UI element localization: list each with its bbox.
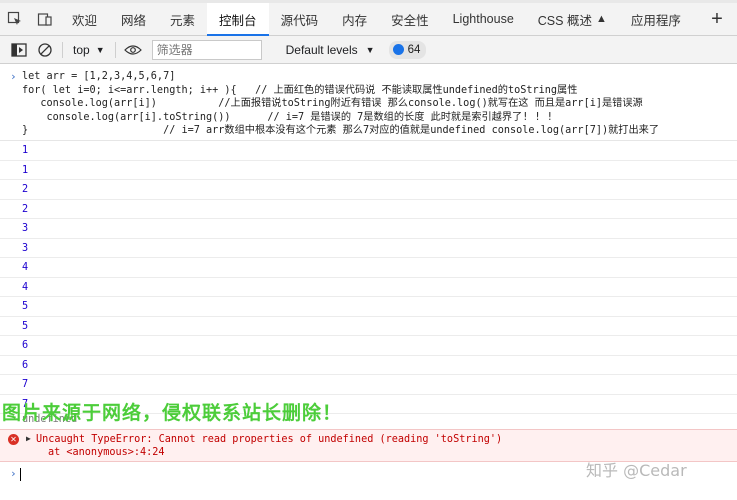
code-block: let arr = [1,2,3,4,5,6,7] for( let i=0; i… [22, 70, 659, 138]
code-line: } // i=7 arr数组中根本没有这个元素 那么7对应的值就是undefin… [22, 125, 660, 136]
device-emulation-icon[interactable] [30, 3, 60, 35]
tab-lighthouse[interactable]: Lighthouse [441, 3, 526, 35]
tab-label: 控制台 [219, 13, 257, 28]
log-row: 3 [0, 239, 737, 258]
log-value: 3 [22, 223, 29, 234]
console-output[interactable]: › let arr = [1,2,3,4,5,6,7] for( let i=0;… [0, 65, 737, 500]
code-line: for( let i=0; i<=arr.length; i++ ){ // 上… [22, 84, 578, 96]
log-value: 1 [22, 164, 29, 176]
log-row: 4 [0, 258, 737, 278]
log-row: 1 [0, 141, 737, 161]
log-value: 2 [22, 184, 29, 195]
tab-sources[interactable]: 源代码 [269, 3, 331, 35]
log-row: 5 [0, 317, 737, 336]
levels-label: Default levels [285, 42, 358, 57]
console-toolbar: top ▼ Default levels ▼ 64 [0, 36, 737, 64]
log-row: 4 [0, 278, 737, 297]
log-row: 7 [0, 375, 737, 395]
error-icon: ✕ [8, 434, 19, 445]
log-row: 2 [0, 180, 737, 200]
tab-label: 应用程序 [630, 13, 681, 28]
log-value: 2 [22, 203, 29, 215]
tab-console[interactable]: 控制台 [207, 3, 269, 36]
log-row: 6 [0, 356, 737, 375]
chevron-down-icon: ▼ [365, 44, 375, 55]
live-expression-eye-icon[interactable] [120, 39, 146, 61]
chevron-down-icon: ▼ [95, 44, 105, 55]
tab-label: 内存 [342, 13, 368, 28]
log-value: 6 [22, 359, 29, 371]
tab-css-overview[interactable]: CSS 概述 ▲ [526, 3, 619, 35]
inspect-element-icon[interactable] [0, 3, 30, 35]
prompt-chevron-icon: › [10, 467, 17, 480]
tab-network[interactable]: 网络 [109, 3, 158, 35]
tab-label: 源代码 [280, 13, 319, 28]
code-line: let arr = [1,2,3,4,5,6,7] [22, 71, 176, 82]
message-icon [392, 44, 404, 55]
watermark-text: 图片来源于网络，侵权联系站长删除！ [2, 402, 343, 424]
more-tools-plus-icon[interactable]: + [697, 3, 737, 35]
filter-input[interactable] [151, 39, 262, 60]
log-value: 4 [22, 262, 29, 273]
log-row: 2 [0, 200, 737, 219]
tab-welcome[interactable]: 欢迎 [60, 3, 109, 35]
error-text: Uncaught TypeError: Cannot read properti… [36, 434, 503, 445]
log-row: 6 [0, 336, 737, 356]
log-value: 6 [22, 340, 29, 351]
tab-label: 欢迎 [72, 13, 98, 28]
tab-label: 网络 [121, 13, 147, 28]
code-line: console.log(arr[i].toString()) // i=7 是错… [22, 111, 553, 123]
error-location[interactable]: at <anonymous>:4:24 [48, 447, 165, 458]
devtools-tab-bar: 欢迎 网络 元素 控制台 源代码 内存 安全性 Lighthouse CSS 概… [0, 3, 737, 36]
log-row: 1 [0, 161, 737, 180]
tab-security[interactable]: 安全性 [379, 3, 441, 35]
log-row: 3 [0, 219, 737, 239]
tab-application[interactable]: 应用程序 [619, 3, 693, 35]
credit-text: 知乎 @Cedar [586, 461, 687, 480]
flask-icon: ▲ [595, 13, 607, 25]
context-value: top [73, 42, 90, 57]
log-row: 5 [0, 297, 737, 317]
tab-label: 安全性 [391, 13, 429, 28]
tab-elements[interactable]: 元素 [158, 3, 207, 35]
context-selector[interactable]: top ▼ [67, 40, 111, 60]
tab-label: Lighthouse [452, 12, 514, 26]
message-count: 64 [407, 43, 421, 56]
tab-memory[interactable]: 内存 [330, 3, 379, 35]
log-value: 5 [22, 301, 29, 312]
tab-label: CSS 概述 [537, 13, 592, 28]
log-value: 7 [22, 379, 29, 390]
log-levels-dropdown[interactable]: Default levels ▼ [286, 43, 375, 57]
sidebar-toggle-icon[interactable] [6, 39, 32, 61]
log-value: 3 [22, 242, 29, 254]
console-input-caret[interactable] [20, 468, 21, 481]
console-input-echo: › let arr = [1,2,3,4,5,6,7] for( let i=0;… [0, 67, 737, 141]
chevron-right-icon: › [10, 70, 17, 83]
log-value: 4 [22, 281, 29, 293]
expand-triangle-icon[interactable]: ▶ [26, 434, 31, 443]
message-count-badge[interactable]: 64 [388, 40, 427, 59]
clear-console-icon[interactable] [32, 39, 58, 61]
code-line: console.log(arr[i]) //上面报错说toString附近有错误… [22, 98, 643, 109]
log-value: 1 [22, 145, 29, 156]
log-value: 5 [22, 320, 29, 332]
tab-label: 元素 [170, 13, 196, 28]
